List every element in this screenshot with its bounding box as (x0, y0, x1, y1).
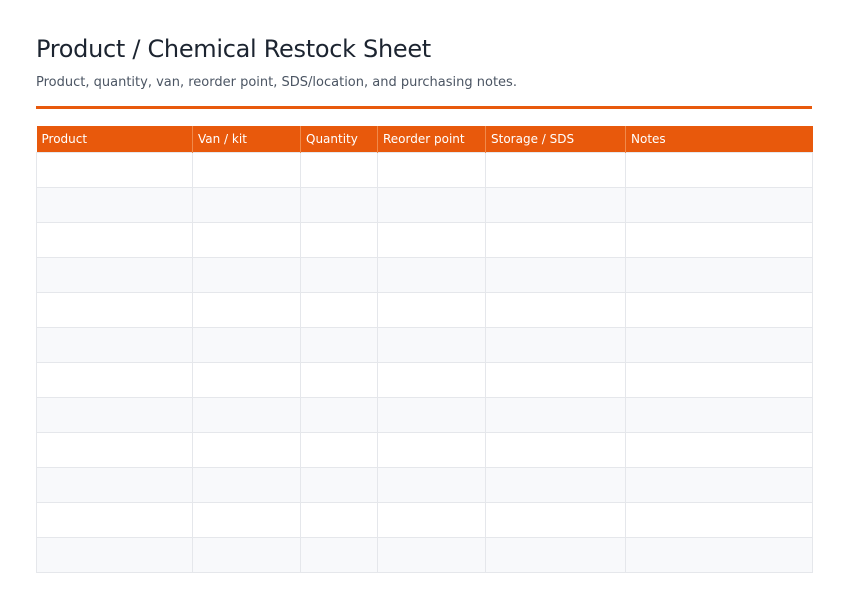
table-cell-quantity[interactable] (300, 537, 378, 573)
table-row (36, 222, 813, 258)
table-cell-van-kit[interactable] (192, 397, 301, 433)
table-cell-storage-sds[interactable] (485, 467, 626, 503)
table-cell-reorder-point[interactable] (377, 467, 486, 503)
table-row (36, 467, 813, 503)
table-cell-notes[interactable] (625, 222, 813, 258)
table-cell-product[interactable] (36, 432, 193, 468)
table-cell-reorder-point[interactable] (377, 152, 486, 188)
column-header-product: Product (36, 126, 193, 153)
table-cell-van-kit[interactable] (192, 292, 301, 328)
table-cell-product[interactable] (36, 502, 193, 538)
restock-table: Product Van / kit Quantity Reorder point… (36, 126, 813, 573)
table-cell-notes[interactable] (625, 432, 813, 468)
table-cell-quantity[interactable] (300, 502, 378, 538)
table-cell-product[interactable] (36, 397, 193, 433)
table-cell-storage-sds[interactable] (485, 362, 626, 398)
table-cell-reorder-point[interactable] (377, 257, 486, 293)
table-cell-van-kit[interactable] (192, 327, 301, 363)
page-title: Product / Chemical Restock Sheet (36, 35, 431, 63)
table-cell-quantity[interactable] (300, 397, 378, 433)
table-cell-van-kit[interactable] (192, 187, 301, 223)
table-cell-reorder-point[interactable] (377, 187, 486, 223)
table-cell-product[interactable] (36, 292, 193, 328)
table-cell-reorder-point[interactable] (377, 327, 486, 363)
table-cell-reorder-point[interactable] (377, 397, 486, 433)
table-cell-quantity[interactable] (300, 362, 378, 398)
table-row (36, 397, 813, 433)
column-header-van-kit: Van / kit (192, 126, 301, 153)
table-cell-notes[interactable] (625, 537, 813, 573)
table-cell-notes[interactable] (625, 257, 813, 293)
table-cell-van-kit[interactable] (192, 362, 301, 398)
column-header-reorder-point: Reorder point (377, 126, 486, 153)
table-cell-notes[interactable] (625, 362, 813, 398)
table-cell-notes[interactable] (625, 397, 813, 433)
table-cell-storage-sds[interactable] (485, 537, 626, 573)
table-cell-product[interactable] (36, 187, 193, 223)
table-cell-quantity[interactable] (300, 467, 378, 503)
table-cell-storage-sds[interactable] (485, 257, 626, 293)
table-cell-storage-sds[interactable] (485, 397, 626, 433)
column-header-storage-sds: Storage / SDS (485, 126, 626, 153)
table-header-row: Product Van / kit Quantity Reorder point… (36, 126, 813, 153)
table-row (36, 502, 813, 538)
table-cell-storage-sds[interactable] (485, 187, 626, 223)
table-cell-quantity[interactable] (300, 432, 378, 468)
table-cell-van-kit[interactable] (192, 502, 301, 538)
table-row (36, 327, 813, 363)
table-row (36, 362, 813, 398)
table-cell-notes[interactable] (625, 502, 813, 538)
column-header-quantity: Quantity (300, 126, 378, 153)
table-cell-product[interactable] (36, 362, 193, 398)
table-cell-reorder-point[interactable] (377, 362, 486, 398)
column-header-notes: Notes (625, 126, 813, 153)
table-cell-van-kit[interactable] (192, 257, 301, 293)
table-cell-storage-sds[interactable] (485, 327, 626, 363)
title-divider (36, 106, 812, 109)
table-cell-product[interactable] (36, 537, 193, 573)
table-cell-reorder-point[interactable] (377, 432, 486, 468)
table-cell-van-kit[interactable] (192, 537, 301, 573)
table-row (36, 187, 813, 223)
page-subtitle: Product, quantity, van, reorder point, S… (36, 75, 517, 90)
table-cell-storage-sds[interactable] (485, 432, 626, 468)
table-cell-van-kit[interactable] (192, 467, 301, 503)
table-cell-van-kit[interactable] (192, 152, 301, 188)
table-cell-notes[interactable] (625, 292, 813, 328)
table-cell-quantity[interactable] (300, 187, 378, 223)
table-row (36, 152, 813, 188)
table-cell-reorder-point[interactable] (377, 537, 486, 573)
table-cell-product[interactable] (36, 467, 193, 503)
table-cell-storage-sds[interactable] (485, 222, 626, 258)
table-cell-product[interactable] (36, 222, 193, 258)
table-cell-quantity[interactable] (300, 222, 378, 258)
restock-sheet-page: Product / Chemical Restock Sheet Product… (0, 0, 848, 600)
table-cell-quantity[interactable] (300, 292, 378, 328)
table-cell-product[interactable] (36, 257, 193, 293)
table-cell-reorder-point[interactable] (377, 502, 486, 538)
table-cell-quantity[interactable] (300, 257, 378, 293)
table-cell-quantity[interactable] (300, 152, 378, 188)
table-row (36, 292, 813, 328)
table-body (36, 152, 813, 573)
table-cell-van-kit[interactable] (192, 222, 301, 258)
table-cell-van-kit[interactable] (192, 432, 301, 468)
table-cell-notes[interactable] (625, 152, 813, 188)
table-cell-product[interactable] (36, 152, 193, 188)
table-cell-notes[interactable] (625, 327, 813, 363)
table-cell-product[interactable] (36, 327, 193, 363)
table-row (36, 537, 813, 573)
table-cell-quantity[interactable] (300, 327, 378, 363)
table-row (36, 432, 813, 468)
table-cell-notes[interactable] (625, 187, 813, 223)
table-cell-reorder-point[interactable] (377, 222, 486, 258)
table-cell-notes[interactable] (625, 467, 813, 503)
table-row (36, 257, 813, 293)
table-cell-storage-sds[interactable] (485, 152, 626, 188)
table-cell-storage-sds[interactable] (485, 292, 626, 328)
table-cell-reorder-point[interactable] (377, 292, 486, 328)
table-cell-storage-sds[interactable] (485, 502, 626, 538)
